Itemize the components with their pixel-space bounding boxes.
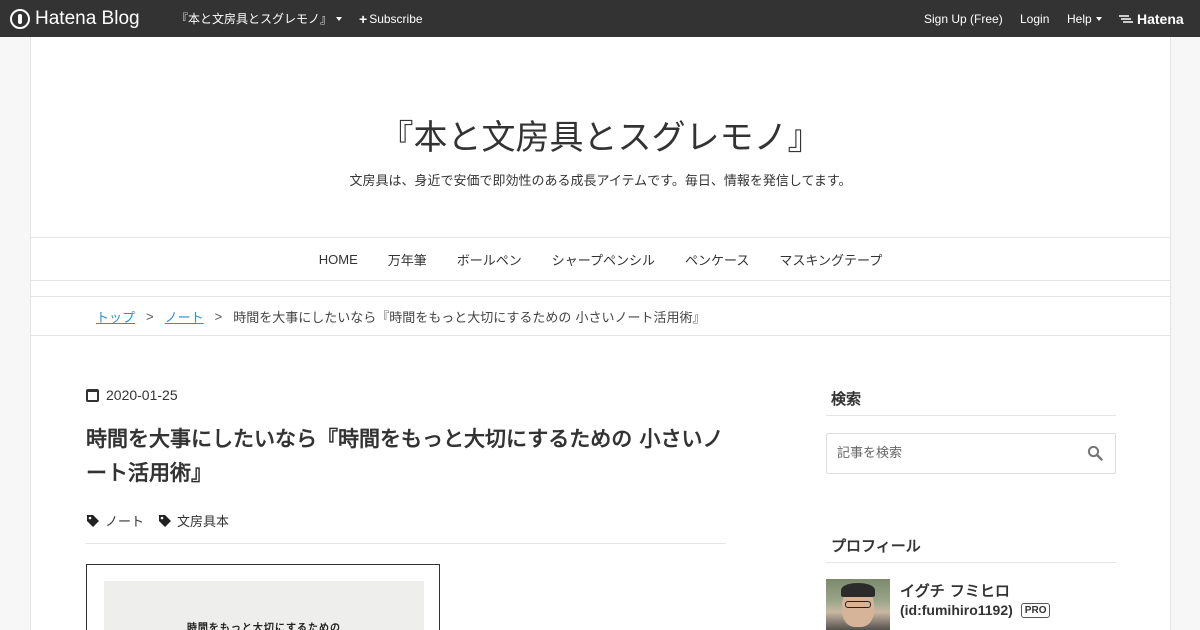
breadcrumb-separator: > (214, 308, 223, 324)
nav-item-fountain-pen[interactable]: 万年筆 (373, 250, 442, 269)
breadcrumb-top-link[interactable]: トップ (96, 307, 135, 326)
breadcrumb-separator: > (146, 308, 154, 324)
nav-item-pen-case[interactable]: ペンケース (670, 250, 764, 269)
book-cover: 時間をもっと大切にするための (104, 581, 424, 630)
search-icon[interactable] (1087, 445, 1103, 461)
signup-link[interactable]: Sign Up (Free) (924, 0, 1003, 37)
tag-stationery-book[interactable]: 文房具本 (158, 511, 229, 530)
nav-item-ballpoint-pen[interactable]: ボールペン (442, 250, 537, 269)
tag-icon (159, 514, 172, 527)
hatena-logo[interactable]: Hatena (1118, 0, 1184, 37)
tag-label: 文房具本 (177, 515, 230, 530)
breadcrumb: トップ > ノート > 時間を大事にしたいなら『時間をもっと大切にするための 小… (31, 296, 1170, 336)
help-menu[interactable]: Help (1067, 0, 1102, 37)
book-cover-text: 時間をもっと大切にするための (186, 623, 342, 630)
nav-item-mechanical-pencil[interactable]: シャープペンシル (537, 250, 670, 269)
subscribe-label: Subscribe (369, 11, 423, 26)
nav-item-masking-tape[interactable]: マスキングテープ (764, 250, 897, 269)
blog-description: 文房具は、身近で安価で即効性のある成長アイテムです。毎日、情報を発信してます。 (349, 174, 852, 189)
hatena-blog-logo[interactable]: Hatena Blog (10, 0, 140, 37)
calendar-icon (86, 388, 99, 402)
divider (86, 543, 726, 544)
hatena-blog-logo-icon (10, 8, 30, 29)
global-header: Hatena Blog 『本と文房具とスグレモノ』 + Subscribe Si… (0, 0, 1200, 37)
nav-item-home[interactable]: HOME (304, 252, 373, 267)
article-title[interactable]: 時間を大事にしたいなら『時間をもっと大切にするための 小さいノート活用術』 (86, 422, 736, 490)
blog-title[interactable]: 『本と文房具とスグレモノ』 (31, 110, 1170, 159)
blog-menu-label: 『本と文房具とスグレモノ』 (176, 12, 333, 26)
profile-heading: プロフィール (826, 529, 1116, 563)
profile-name[interactable]: イグチ フミヒロ (900, 580, 1010, 601)
hatena-logo-icon (1119, 14, 1133, 23)
subscribe-button[interactable]: + Subscribe (359, 0, 423, 37)
login-link[interactable]: Login (1020, 0, 1049, 37)
tag-notebook[interactable]: ノート (86, 511, 144, 530)
caret-down-icon (1095, 16, 1102, 21)
avatar[interactable] (826, 579, 890, 630)
tag-icon (87, 514, 99, 527)
brand-name: Hatena Blog (35, 7, 140, 29)
signup-label: Sign Up (Free) (924, 11, 1003, 26)
article-date-text: 2020-01-25 (106, 387, 178, 403)
article-tags: ノート 文房具本 (86, 511, 243, 530)
search-input[interactable] (827, 434, 1077, 473)
global-nav: HOME 万年筆 ボールペン シャープペンシル ペンケース マスキングテープ (31, 237, 1170, 281)
blog-menu[interactable]: 『本と文房具とスグレモノ』 (176, 0, 343, 37)
hatena-label: Hatena (1137, 10, 1184, 27)
plus-icon: + (359, 10, 368, 27)
profile-id-text: (id:fumihiro1192) (900, 602, 1013, 618)
breadcrumb-current: 時間を大事にしたいなら『時間をもっと大切にするための 小さいノート活用術』 (233, 310, 706, 326)
profile-id[interactable]: (id:fumihiro1192) PRO (900, 602, 1051, 618)
breadcrumb-category-link[interactable]: ノート (165, 307, 204, 326)
blog-container: 『本と文房具とスグレモノ』 文房具は、身近で安価で即効性のある成長アイテムです。… (30, 37, 1171, 630)
help-label: Help (1067, 11, 1092, 26)
article-image[interactable]: 時間をもっと大切にするための (86, 564, 440, 630)
tag-label: ノート (105, 515, 145, 530)
article-date[interactable]: 2020-01-25 (86, 387, 178, 403)
pro-badge: PRO (1020, 602, 1051, 618)
caret-down-icon (336, 16, 343, 21)
search-heading: 検索 (826, 382, 1116, 416)
search-form (826, 433, 1116, 474)
login-label: Login (1020, 11, 1050, 26)
